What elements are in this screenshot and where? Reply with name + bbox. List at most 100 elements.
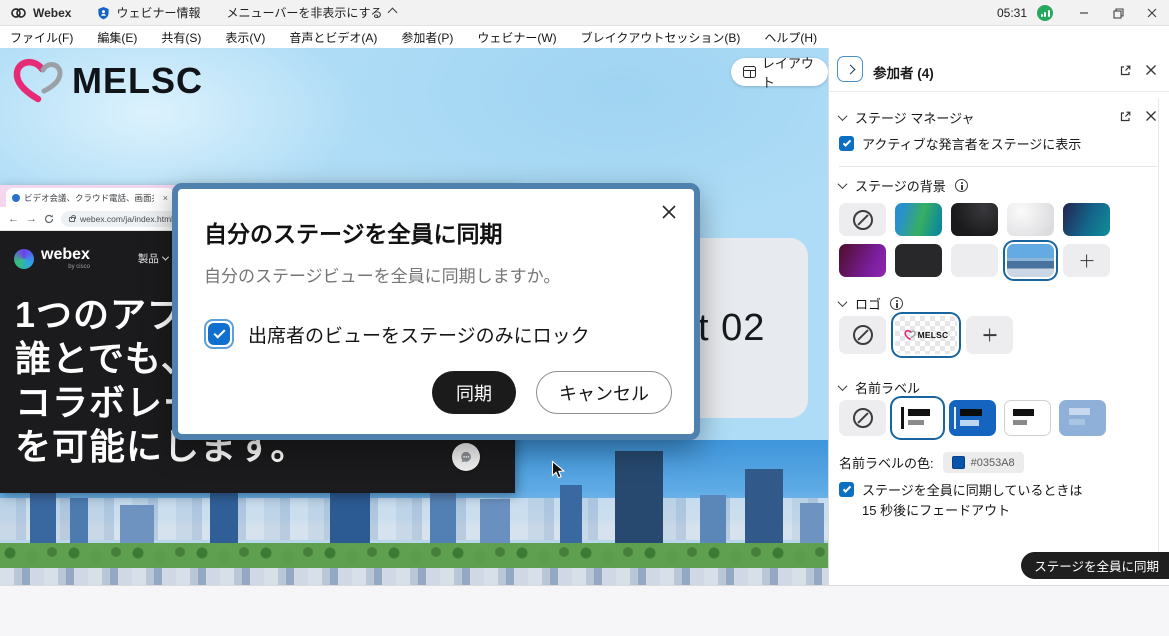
layout-button-label: レイアウト <box>762 53 816 91</box>
active-speaker-label: アクティブな発言者をステージに表示 <box>862 136 1081 153</box>
close-panel-icon[interactable] <box>1141 60 1161 80</box>
menu-breakout[interactable]: ブレイクアウトセッション(B) <box>581 29 741 46</box>
add-background-button[interactable] <box>1063 244 1110 277</box>
sync-stage-to-all-button[interactable]: ステージを全員に同期 <box>1021 552 1169 579</box>
bg-swatch-white[interactable] <box>1007 203 1054 236</box>
menu-share[interactable]: 共有(S) <box>161 29 201 46</box>
name-label-style-3[interactable] <box>1004 400 1051 436</box>
site-nav-products[interactable]: 製品 <box>138 251 168 266</box>
panel-expand-button[interactable] <box>837 56 863 82</box>
dialog-message: 自分のステージビューを全員に同期しますか。 <box>204 262 666 287</box>
fade-checkbox-label: ステージを全員に同期しているときは 15 秒後にフェードアウト <box>862 482 1082 519</box>
cancel-button[interactable]: キャンセル <box>536 371 672 414</box>
chevron-down-icon[interactable] <box>838 111 848 121</box>
shield-icon <box>97 6 110 20</box>
webex-site-brand-sub: by cisco <box>41 264 90 270</box>
site-chat-bubble-icon[interactable] <box>452 443 480 471</box>
bg-swatch-light-gray[interactable] <box>951 244 998 277</box>
participants-panel: 参加者 (4) ステージ マネージャ アクティブな発言者をステージに表示 ステー… <box>828 48 1169 585</box>
close-window-button[interactable] <box>1135 0 1169 26</box>
browser-back-icon[interactable]: ← <box>8 213 19 225</box>
menu-participants[interactable]: 参加者(P) <box>401 29 453 46</box>
menu-audio-video[interactable]: 音声とビデオ(A) <box>289 29 377 46</box>
dialog-title: 自分のステージを全員に同期 <box>204 215 666 249</box>
webex-window: Webex ウェビナー情報 メニューバーを非表示にする 05:31 ファイル(F… <box>0 0 1169 636</box>
tab-close-icon[interactable]: × <box>163 193 168 203</box>
stage-background-title: ステージの背景 <box>855 176 946 195</box>
participants-header: 参加者 (4) <box>829 48 1169 92</box>
tab-favicon <box>12 194 20 202</box>
name-label-style-1-selected[interactable] <box>894 400 941 436</box>
dialog-close-icon[interactable] <box>658 201 680 223</box>
stage-area: MELSC レイアウト ビデオ会議、クラウド電話、画面共有 × ← → <box>0 48 828 585</box>
webex-logo-icon <box>10 6 27 20</box>
chevron-down-icon[interactable] <box>838 179 848 189</box>
hide-menubar-button[interactable]: メニューバーを非表示にする <box>226 4 395 21</box>
name-label-style-4[interactable] <box>1059 400 1106 436</box>
webex-site-logo-icon <box>14 249 34 269</box>
bg-swatch-black[interactable] <box>951 203 998 236</box>
chevron-up-icon <box>387 8 397 18</box>
browser-reload-icon[interactable] <box>44 214 54 224</box>
menu-webinar[interactable]: ウェビナー(W) <box>477 29 556 46</box>
fade-checkbox[interactable] <box>839 482 854 497</box>
name-label-color-row: 名前ラベルの色: #0353A8 <box>839 452 1024 473</box>
bg-swatch-cityscape-selected[interactable] <box>1007 244 1054 277</box>
popout-panel-icon[interactable] <box>1115 60 1135 80</box>
participants-title: 参加者 (4) <box>873 62 934 82</box>
popout-stage-manager-icon[interactable] <box>1115 106 1135 126</box>
logo-swatch-melsc-selected[interactable]: MELSC <box>895 316 957 354</box>
meeting-timer: 05:31 <box>997 6 1027 20</box>
sync-stage-dialog: 自分のステージを全員に同期 自分のステージビューを全員に同期しますか。 出席者の… <box>172 183 700 440</box>
logo-section-title: ロゴ <box>855 294 881 313</box>
titlebar-right-group: 05:31 <box>997 0 1169 26</box>
logo-swatch-none[interactable] <box>839 316 886 354</box>
no-background-icon <box>853 210 873 230</box>
stage-logo: MELSC <box>12 56 203 106</box>
info-icon[interactable] <box>890 297 903 310</box>
panel-scrollbar[interactable] <box>1158 98 1159 580</box>
connection-quality-icon[interactable] <box>1037 5 1053 21</box>
no-logo-icon <box>853 325 873 345</box>
layout-button[interactable]: レイアウト <box>731 58 828 86</box>
name-label-swatch-row <box>839 400 1106 436</box>
info-icon[interactable] <box>955 179 968 192</box>
menu-help[interactable]: ヘルプ(H) <box>764 29 817 46</box>
name-label-color-picker[interactable]: #0353A8 <box>943 452 1024 473</box>
menu-edit[interactable]: 編集(E) <box>97 29 137 46</box>
lock-view-checkbox[interactable] <box>204 319 234 349</box>
chevron-down-icon[interactable] <box>838 381 848 391</box>
menu-file[interactable]: ファイル(F) <box>10 29 73 46</box>
add-logo-button[interactable] <box>966 316 1013 354</box>
active-speaker-checkbox-row: アクティブな発言者をステージに表示 <box>839 136 1081 153</box>
sync-button[interactable]: 同期 <box>432 371 516 414</box>
webinar-info-label: ウェビナー情報 <box>116 4 200 21</box>
webinar-info-button[interactable]: ウェビナー情報 <box>97 4 200 21</box>
restore-button[interactable] <box>1101 0 1135 26</box>
name-label-style-2[interactable] <box>949 400 996 436</box>
webex-site-brand: webex by cisco <box>14 247 90 270</box>
stage-background-header: ステージの背景 <box>839 176 968 195</box>
hide-menubar-label: メニューバーを非表示にする <box>226 4 382 21</box>
melsc-heart-icon <box>904 329 916 341</box>
minimize-button[interactable] <box>1067 0 1101 26</box>
chevron-down-icon[interactable] <box>838 297 848 307</box>
webex-site-brand-text: webex <box>41 247 90 263</box>
bg-swatch-blue-green[interactable] <box>895 203 942 236</box>
browser-tab[interactable]: ビデオ会議、クラウド電話、画面共有 × <box>6 188 174 207</box>
fade-checkbox-row: ステージを全員に同期しているときは 15 秒後にフェードアウト <box>839 482 1082 519</box>
name-label-none[interactable] <box>839 400 886 436</box>
stage-manager-header: ステージ マネージャ <box>839 108 974 127</box>
webex-app-title-group: Webex <box>10 6 71 20</box>
bg-swatch-navy-teal[interactable] <box>1063 203 1110 236</box>
active-speaker-checkbox[interactable] <box>839 136 854 151</box>
menu-view[interactable]: 表示(V) <box>225 29 265 46</box>
logo-swatch-row: MELSC <box>839 316 1013 354</box>
bg-swatch-charcoal[interactable] <box>895 244 942 277</box>
bg-swatch-purple[interactable] <box>839 244 886 277</box>
browser-forward-icon[interactable]: → <box>26 213 37 225</box>
browser-url: webex.com/ja/index.html <box>80 214 173 224</box>
stage-logo-text: MELSC <box>72 60 203 102</box>
background-swatch-row-2 <box>839 244 1110 277</box>
bg-swatch-none[interactable] <box>839 203 886 236</box>
